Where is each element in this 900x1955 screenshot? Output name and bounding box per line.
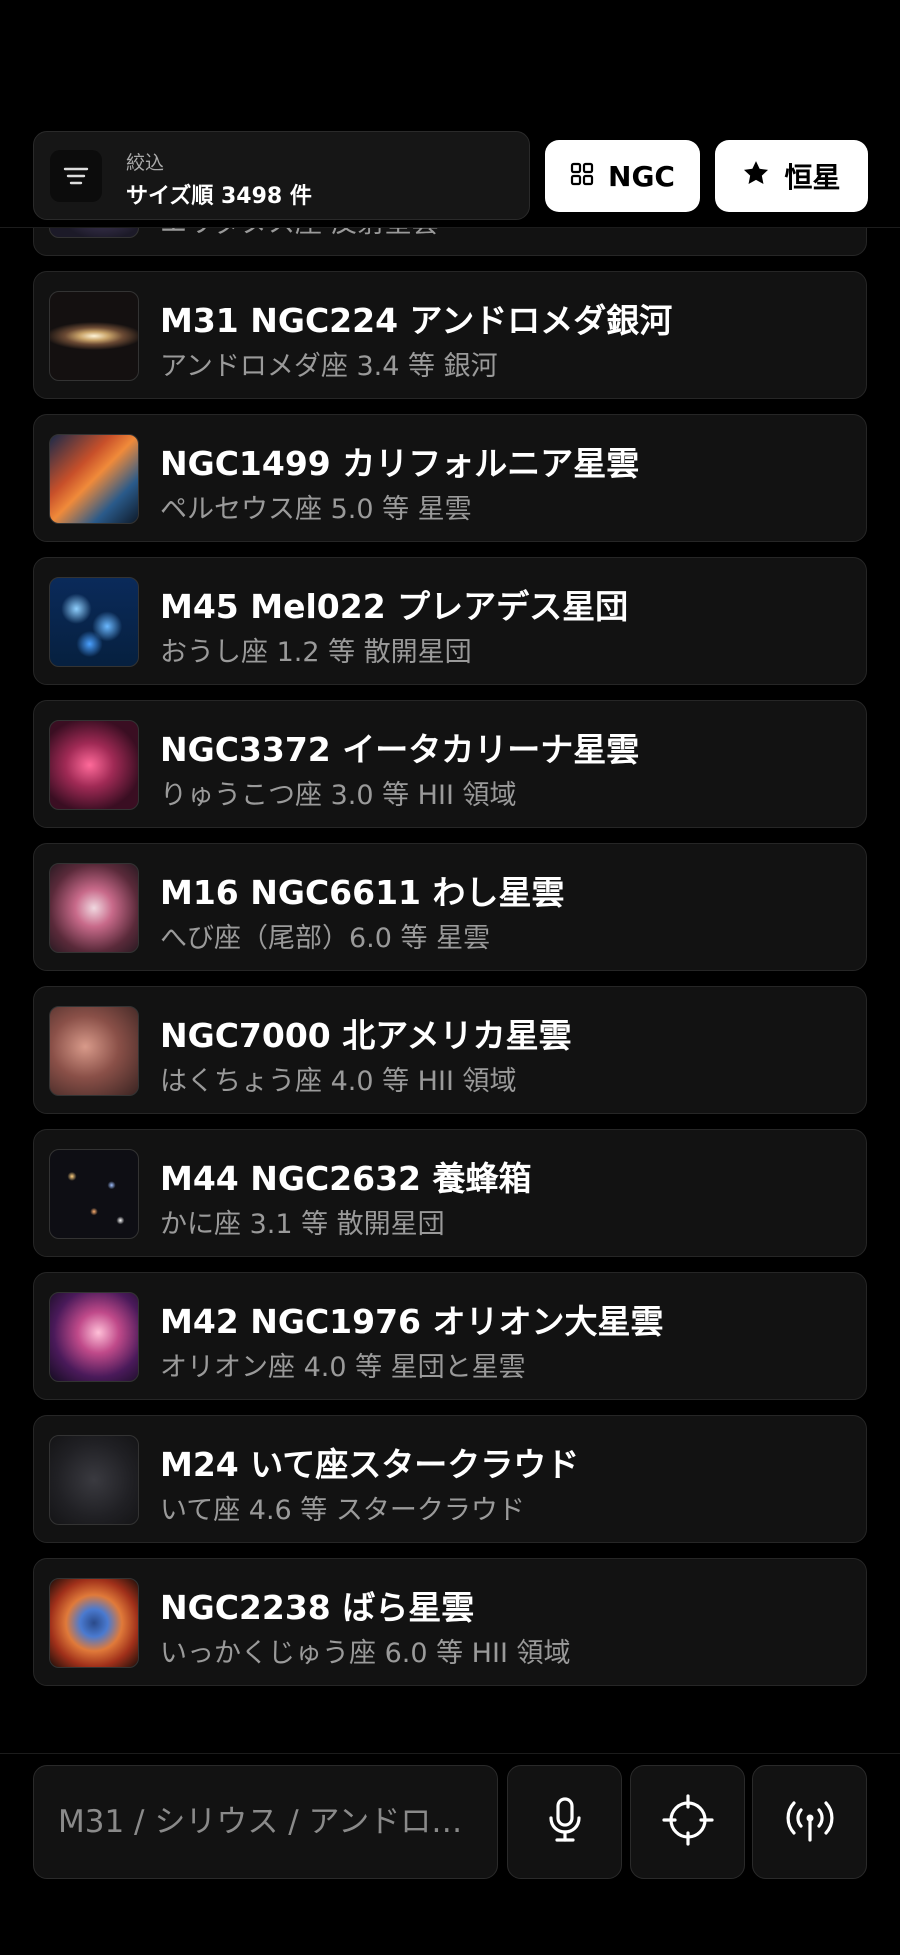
object-meta: へび座（尾部）6.0 等 星雲 — [160, 923, 491, 954]
ngc-catalog-button[interactable]: NGC — [545, 140, 700, 212]
filter-lines-icon — [50, 150, 102, 202]
object-meta: りゅうこつ座 3.0 等 HII 領域 — [160, 780, 517, 811]
list-item[interactable]: M45 Mel022 プレアデス星団おうし座 1.2 等 散開星団 — [33, 557, 867, 685]
object-title: M42 NGC1976 オリオン大星雲 — [160, 1302, 664, 1341]
list-item[interactable]: NGC2238 ばら星雲いっかくじゅう座 6.0 等 HII 領域 — [33, 1558, 867, 1686]
bottom-bar — [0, 1753, 900, 1955]
object-title: M45 Mel022 プレアデス星団 — [160, 587, 629, 626]
object-title: NGC7000 北アメリカ星雲 — [160, 1016, 572, 1055]
object-meta: オリオン座 4.0 等 星団と星雲 — [160, 1352, 526, 1383]
object-thumbnail — [49, 1435, 139, 1525]
list-item[interactable]: NGC7000 北アメリカ星雲はくちょう座 4.0 等 HII 領域 — [33, 986, 867, 1114]
object-thumbnail — [49, 434, 139, 524]
broadcast-icon — [784, 1796, 836, 1848]
top-bar: 絞込 サイズ順 3498 件 NGC 恒星 — [0, 0, 900, 228]
object-title: M44 NGC2632 養蜂箱 — [160, 1159, 532, 1198]
voice-search-button[interactable] — [507, 1765, 622, 1879]
object-title: NGC3372 イータカリーナ星雲 — [160, 730, 640, 769]
search-input[interactable] — [34, 1766, 497, 1878]
object-title: M24 いて座スタークラウド — [160, 1445, 580, 1484]
object-meta: いっかくじゅう座 6.0 等 HII 領域 — [160, 1638, 571, 1669]
list-item[interactable]: NGC1499 カリフォルニア星雲ペルセウス座 5.0 等 星雲 — [33, 414, 867, 542]
object-thumbnail — [49, 1006, 139, 1096]
object-thumbnail — [49, 291, 139, 381]
object-meta: アンドロメダ座 3.4 等 銀河 — [160, 351, 498, 382]
grid-icon — [570, 160, 594, 193]
object-meta: エリダヌス座 反射星雲 — [160, 228, 439, 240]
object-meta: かに座 3.1 等 散開星団 — [160, 1209, 445, 1240]
object-thumbnail — [49, 1292, 139, 1382]
ngc-chip-label: NGC — [608, 159, 675, 193]
object-meta: はくちょう座 4.0 等 HII 領域 — [160, 1066, 517, 1097]
object-meta: おうし座 1.2 等 散開星団 — [160, 637, 472, 668]
filter-sort-button[interactable]: 絞込 サイズ順 3498 件 — [33, 131, 530, 220]
object-thumbnail — [49, 228, 139, 238]
object-thumbnail — [49, 1578, 139, 1668]
object-list[interactable]: NGC1909 the Witch Head Nebulaエリダヌス座 反射星雲… — [0, 228, 900, 1753]
object-thumbnail — [49, 863, 139, 953]
object-meta: いて座 4.6 等 スタークラウド — [160, 1495, 525, 1526]
object-title: M31 NGC224 アンドロメダ銀河 — [160, 301, 673, 340]
search-box[interactable] — [33, 1765, 498, 1879]
list-item[interactable]: NGC1909 the Witch Head Nebulaエリダヌス座 反射星雲 — [33, 228, 867, 256]
object-thumbnail — [49, 1149, 139, 1239]
star-icon — [742, 159, 770, 194]
object-title: NGC2238 ばら星雲 — [160, 1588, 475, 1627]
object-title: M16 NGC6611 わし星雲 — [160, 873, 565, 912]
list-item[interactable]: M31 NGC224 アンドロメダ銀河アンドロメダ座 3.4 等 銀河 — [33, 271, 867, 399]
filter-summary: サイズ順 3498 件 — [126, 184, 312, 209]
list-item[interactable]: M24 いて座スタークラウドいて座 4.6 等 スタークラウド — [33, 1415, 867, 1543]
star-catalog-button[interactable]: 恒星 — [715, 140, 868, 212]
microphone-icon — [545, 1796, 585, 1848]
list-item[interactable]: M44 NGC2632 養蜂箱かに座 3.1 等 散開星団 — [33, 1129, 867, 1257]
object-thumbnail — [49, 720, 139, 810]
filter-label: 絞込 — [126, 152, 165, 174]
crosshair-icon — [661, 1794, 714, 1850]
locate-button[interactable] — [630, 1765, 745, 1879]
list-item[interactable]: M42 NGC1976 オリオン大星雲オリオン座 4.0 等 星団と星雲 — [33, 1272, 867, 1400]
broadcast-button[interactable] — [752, 1765, 867, 1879]
list-item[interactable]: M16 NGC6611 わし星雲へび座（尾部）6.0 等 星雲 — [33, 843, 867, 971]
object-thumbnail — [49, 577, 139, 667]
object-meta: ペルセウス座 5.0 等 星雲 — [160, 494, 472, 525]
object-title: NGC1499 カリフォルニア星雲 — [160, 444, 640, 483]
list-item[interactable]: NGC3372 イータカリーナ星雲りゅうこつ座 3.0 等 HII 領域 — [33, 700, 867, 828]
star-chip-label: 恒星 — [784, 161, 841, 194]
